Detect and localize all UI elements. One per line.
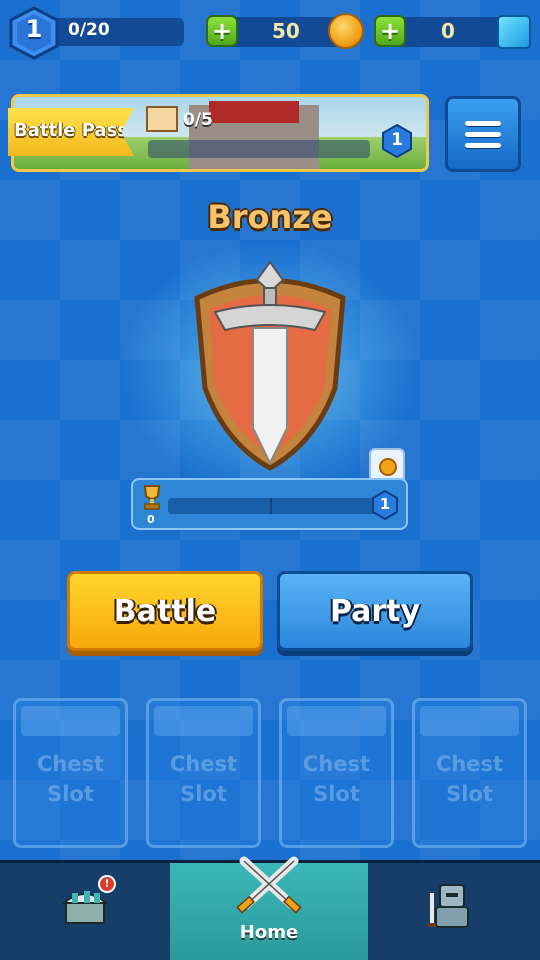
menu-icon bbox=[465, 120, 501, 126]
gem-count: 0 bbox=[441, 19, 455, 43]
menu-button[interactable] bbox=[445, 96, 521, 172]
chest-slot-cap bbox=[287, 706, 386, 736]
shop-notification-badge: ! bbox=[98, 875, 116, 893]
chest-slot-label: Chest Slot bbox=[169, 752, 238, 806]
chest-slot-label: Chest Slot bbox=[36, 752, 105, 806]
coin-icon bbox=[328, 13, 364, 49]
tower-progress: 0/5 bbox=[183, 110, 213, 130]
battle-pass-level: 1 bbox=[391, 130, 403, 150]
battle-pass-text: Battle Pass bbox=[14, 120, 129, 141]
chest-slot-cap bbox=[154, 706, 253, 736]
chest-slot[interactable]: Chest Slot bbox=[279, 698, 394, 848]
menu-icon-line bbox=[465, 142, 501, 148]
tab-home[interactable] bbox=[170, 856, 368, 960]
trophy-progress-track bbox=[168, 498, 378, 514]
battle-pass-label[interactable]: Battle Pass bbox=[8, 108, 134, 156]
trophy-icon bbox=[143, 485, 161, 510]
crossed-swords-icon bbox=[236, 856, 302, 914]
chest-slot-label: Chest Slot bbox=[435, 752, 504, 806]
trophy-progress-tick bbox=[270, 498, 272, 514]
castle-roof bbox=[209, 101, 299, 123]
xp-bar bbox=[44, 18, 184, 46]
tab-heroes[interactable] bbox=[368, 863, 540, 960]
gem-icon bbox=[497, 15, 531, 49]
player-level: 1 bbox=[25, 15, 43, 43]
knight-icon bbox=[428, 884, 469, 928]
coin-icon bbox=[379, 458, 397, 476]
battle-pass-progress-bar bbox=[148, 140, 370, 158]
tab-home-label: Home bbox=[239, 922, 299, 943]
party-button[interactable]: Party bbox=[277, 571, 473, 651]
tower-icon bbox=[146, 106, 178, 132]
plus-icon: + bbox=[211, 17, 233, 45]
chest-slot[interactable]: Chest Slot bbox=[146, 698, 261, 848]
chest-slot[interactable]: Chest Slot bbox=[13, 698, 128, 848]
trophy-count: 0 bbox=[147, 513, 155, 526]
battle-button[interactable]: Battle bbox=[67, 571, 263, 651]
tab-shop[interactable] bbox=[0, 863, 170, 960]
plus-icon: + bbox=[379, 17, 401, 45]
menu-icon-line bbox=[465, 131, 501, 137]
rank-next-level: 1 bbox=[379, 495, 391, 513]
rank-title: Bronze bbox=[207, 198, 333, 236]
coin-count: 50 bbox=[272, 19, 300, 43]
bronze-shield-icon[interactable] bbox=[175, 258, 365, 473]
chest-slot-cap bbox=[21, 706, 120, 736]
add-gems-button[interactable]: + bbox=[374, 15, 406, 47]
add-coins-button[interactable]: + bbox=[206, 15, 238, 47]
xp-progress: 0/20 bbox=[68, 20, 110, 40]
chest-slot[interactable]: Chest Slot bbox=[412, 698, 527, 848]
chest-slot-label: Chest Slot bbox=[302, 752, 371, 806]
chest-slot-cap bbox=[420, 706, 519, 736]
